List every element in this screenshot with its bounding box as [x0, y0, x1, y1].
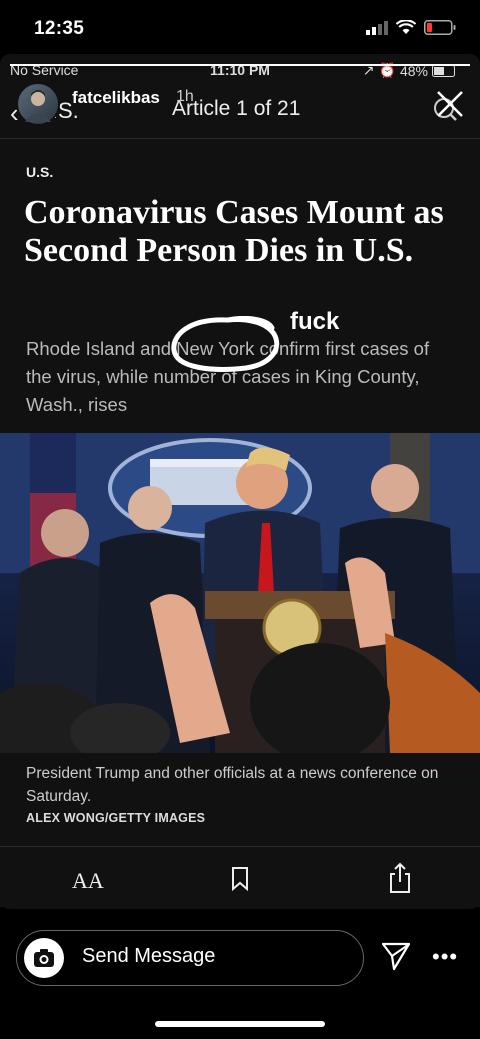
device-status-icons [366, 20, 456, 35]
share-icon[interactable] [388, 862, 412, 894]
font-size-button[interactable]: AA [72, 868, 104, 894]
camera-button[interactable] [24, 938, 64, 978]
story-progress-bar [10, 64, 470, 66]
camera-icon [34, 949, 54, 967]
handdrawn-circle [171, 316, 280, 372]
inner-battery-icon [432, 64, 455, 77]
annotation-text: fuck [290, 308, 340, 335]
story-age: 1h [176, 88, 194, 105]
signal-icon [366, 20, 388, 35]
section-label: U.S. [26, 164, 54, 180]
photo-caption: President Trump and other officials at a… [26, 765, 439, 805]
send-icon[interactable] [380, 940, 412, 972]
wifi-icon [396, 20, 416, 34]
message-placeholder[interactable]: Send Message [82, 945, 215, 968]
battery-icon [424, 20, 456, 35]
close-icon[interactable] [430, 88, 466, 124]
photo-credit: ALEX WONG/GETTY IMAGES [26, 811, 206, 825]
home-indicator[interactable] [155, 1021, 325, 1027]
story-username[interactable]: fatcelikbas [72, 88, 160, 108]
avatar[interactable] [16, 82, 60, 126]
device-clock: 12:35 [34, 18, 85, 39]
bookmark-icon[interactable] [230, 866, 250, 892]
story-progress-fill [10, 64, 470, 66]
article-photo [0, 433, 480, 753]
more-options-button[interactable]: ••• [432, 944, 458, 970]
article-headline: Coronavirus Cases Mount as Second Person… [24, 194, 444, 269]
person-icon [25, 90, 51, 122]
